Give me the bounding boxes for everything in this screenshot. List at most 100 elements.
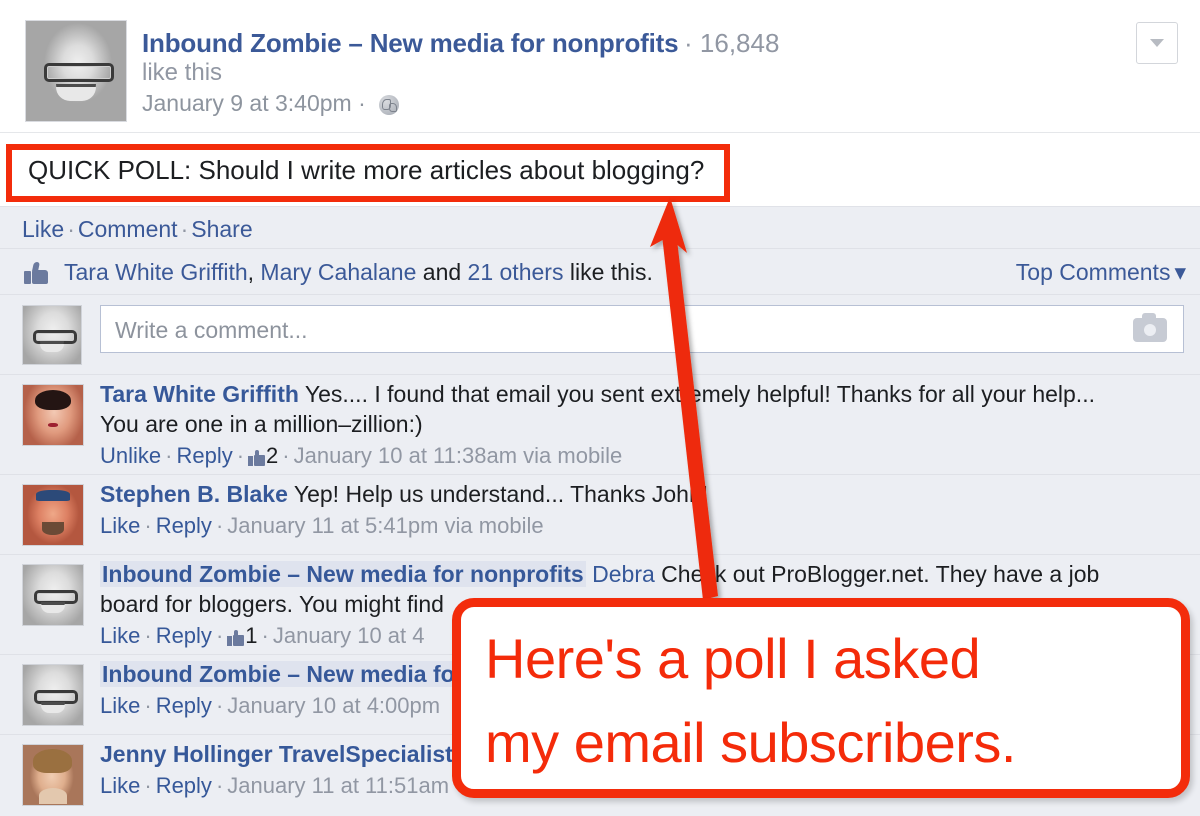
comment-timestamp: January 11 at 11:51am xyxy=(227,773,450,798)
comment-like-button[interactable]: Like xyxy=(100,513,140,538)
thumbs-up-icon xyxy=(24,262,48,284)
avatar-photo xyxy=(26,21,126,121)
separator-dot: · xyxy=(215,623,224,648)
comment-reply-button[interactable]: Reply xyxy=(156,623,212,648)
like-button[interactable]: Like xyxy=(22,216,64,242)
likes-summary-text: Tara White Griffith, Mary Cahalane and 2… xyxy=(64,259,653,286)
comment-like-count: 1 xyxy=(245,623,258,648)
thumbs-up-icon xyxy=(227,630,245,646)
sort-comments-dropdown[interactable]: Top Comments ▾ xyxy=(1016,259,1186,286)
comment-author-name[interactable]: Inbound Zombie – New media for nonprofit… xyxy=(100,561,586,587)
avatar-photo xyxy=(23,385,83,445)
comment-like-button[interactable]: Like xyxy=(100,623,140,648)
sort-comments-label: Top Comments xyxy=(1015,259,1171,285)
comment-author-avatar[interactable] xyxy=(22,384,84,446)
page-likes-count: · 16,848 xyxy=(684,28,779,59)
facebook-post-screenshot: Inbound Zombie – New media for nonprofit… xyxy=(0,0,1200,816)
separator-dot: · xyxy=(144,513,152,538)
like-this-suffix: like this. xyxy=(563,259,653,285)
liker-name-1[interactable]: Tara White Griffith xyxy=(64,259,248,285)
callout-text: Here's a poll I asked my email subscribe… xyxy=(485,617,1171,785)
comment-button[interactable]: Comment xyxy=(78,216,178,242)
comment-author-name[interactable]: Jenny Hollinger TravelSpecialist xyxy=(100,741,453,767)
post-timestamp: January 9 at 3:40pm · xyxy=(142,90,400,117)
action-links: Like · Comment · Share xyxy=(22,216,253,243)
comment-author-avatar[interactable] xyxy=(22,744,84,806)
post-menu-button[interactable] xyxy=(1136,22,1178,64)
callout-line-2: my email subscribers. xyxy=(485,711,1016,774)
separator-dot: · xyxy=(144,623,152,648)
comment-reply-button[interactable]: Reply xyxy=(156,513,212,538)
comment-body: Stephen B. Blake Yep! Help us understand… xyxy=(100,479,1190,541)
comment-meta: Unlike · Reply · 2 · January 10 at 11:38am via… xyxy=(100,441,1190,471)
post-author-name[interactable]: Inbound Zombie – New media for nonprofit… xyxy=(142,28,679,59)
comment-item: Tara White Griffith Yes.... I found that… xyxy=(0,374,1200,475)
avatar-photo xyxy=(23,745,83,805)
separator-dot: · xyxy=(261,623,269,648)
comment-author-avatar[interactable] xyxy=(22,564,84,626)
comment-author-avatar[interactable] xyxy=(22,484,84,546)
separator-dot: · xyxy=(144,693,152,718)
callout-line-1: Here's a poll I asked xyxy=(485,627,981,690)
share-button[interactable]: Share xyxy=(191,216,252,242)
separator-dot: · xyxy=(215,513,224,538)
post-author-avatar[interactable] xyxy=(25,20,127,122)
comment-text: Yep! Help us understand... Thanks John! xyxy=(287,481,709,507)
comment-composer: Write a comment... xyxy=(0,294,1200,375)
comment-reply-button[interactable]: Reply xyxy=(156,773,212,798)
avatar-photo xyxy=(23,306,81,364)
comment-timestamp: January 10 at 4 xyxy=(272,623,425,648)
post-header: Inbound Zombie – New media for nonprofit… xyxy=(0,0,1200,132)
comment-meta: Like · Reply · January 11 at 5:41pm via mobi… xyxy=(100,511,1190,541)
comment-author-name[interactable]: Stephen B. Blake xyxy=(100,481,288,507)
comment-timestamp: January 10 at 11:38am via mobile xyxy=(293,443,623,468)
separator-dot: · xyxy=(684,28,693,58)
comment-like-button[interactable]: Like xyxy=(100,773,140,798)
comment-author-name[interactable]: Inbound Zombie – New media fo xyxy=(100,661,457,687)
comment-timestamp: January 10 at 4:00pm xyxy=(227,693,441,718)
comment-input-placeholder: Write a comment... xyxy=(115,317,308,343)
separator-dot: · xyxy=(358,90,366,116)
separator-dot: · xyxy=(180,216,189,242)
comment-timestamp: January 11 at 5:41pm via mobile xyxy=(227,513,544,538)
comment-text: Yes.... I found that email you sent extr… xyxy=(298,381,1095,407)
separator-dot: · xyxy=(144,773,152,798)
comment-author-avatar[interactable] xyxy=(22,664,84,726)
comment-like-count: 2 xyxy=(266,443,279,468)
comment-text-line: Tara White Griffith Yes.... I found that… xyxy=(100,379,1190,409)
chevron-down-icon: ▾ xyxy=(1174,259,1186,285)
avatar-photo xyxy=(23,565,83,625)
comma-separator: , xyxy=(247,259,261,285)
other-likers-link[interactable]: 21 others xyxy=(468,259,564,285)
chevron-down-icon xyxy=(1150,39,1164,47)
and-text: and xyxy=(416,259,468,285)
comment-input[interactable]: Write a comment... xyxy=(100,305,1184,353)
separator-dot: · xyxy=(282,443,290,468)
likes-number: 16,848 xyxy=(699,28,780,58)
composer-avatar xyxy=(22,305,82,365)
comment-like-button[interactable]: Unlike xyxy=(100,443,161,468)
comment-reply-button[interactable]: Reply xyxy=(176,443,232,468)
camera-icon[interactable] xyxy=(1133,313,1167,342)
comment-text: Check out ProBlogger.net. They have a jo… xyxy=(654,561,1100,587)
comment-mention[interactable]: Debra xyxy=(592,561,655,587)
separator-dot: · xyxy=(67,216,75,242)
comment-text-line: Stephen B. Blake Yep! Help us understand… xyxy=(100,479,1190,509)
globe-icon xyxy=(379,95,400,115)
liker-name-2[interactable]: Mary Cahalane xyxy=(260,259,416,285)
comment-author-name[interactable]: Tara White Griffith xyxy=(100,381,299,407)
comment-body: Tara White Griffith Yes.... I found that… xyxy=(100,379,1190,471)
like-this-label: like this xyxy=(142,59,223,86)
comment-text-line: Inbound Zombie – New media for nonprofit… xyxy=(100,559,1190,589)
comment-text-line: You are one in a million–zillion:) xyxy=(100,411,423,437)
timestamp-text[interactable]: January 9 at 3:40pm xyxy=(142,90,352,116)
post-action-bar: Like · Comment · Share xyxy=(0,206,1200,249)
likes-summary-bar: Tara White Griffith, Mary Cahalane and 2… xyxy=(0,248,1200,295)
avatar-photo xyxy=(23,485,83,545)
comment-like-button[interactable]: Like xyxy=(100,693,140,718)
separator-dot: · xyxy=(215,773,224,798)
separator-dot: · xyxy=(215,693,224,718)
separator-dot: · xyxy=(165,443,173,468)
comment-reply-button[interactable]: Reply xyxy=(156,693,212,718)
annotation-callout: Here's a poll I asked my email subscribe… xyxy=(452,598,1190,798)
